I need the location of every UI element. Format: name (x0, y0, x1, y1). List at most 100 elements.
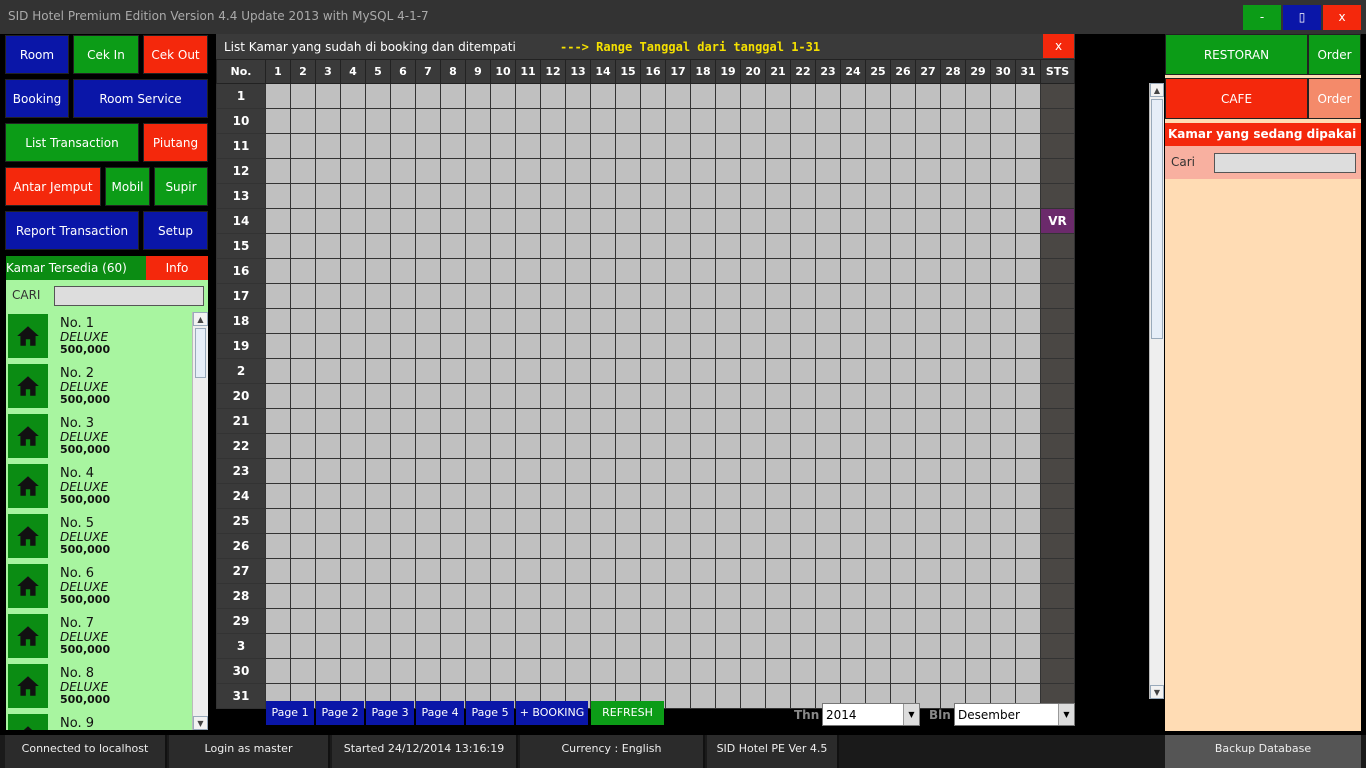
grid-cell[interactable] (265, 583, 291, 609)
grid-cell[interactable] (715, 558, 741, 584)
grid-cell[interactable] (390, 333, 416, 359)
grid-cell[interactable] (515, 308, 541, 334)
grid-cell[interactable] (365, 433, 391, 459)
grid-status-cell[interactable] (1040, 258, 1075, 284)
grid-cell[interactable] (440, 608, 466, 634)
grid-cell[interactable] (815, 358, 841, 384)
grid-cell[interactable] (265, 208, 291, 234)
grid-cell[interactable] (390, 583, 416, 609)
grid-cell[interactable] (540, 608, 566, 634)
grid-cell[interactable] (340, 533, 366, 559)
grid-cell[interactable] (265, 558, 291, 584)
grid-cell[interactable] (540, 158, 566, 184)
grid-cell[interactable] (390, 608, 416, 634)
grid-cell[interactable] (440, 83, 466, 109)
grid-cell[interactable] (265, 483, 291, 509)
grid-cell[interactable] (265, 308, 291, 334)
grid-cell[interactable] (640, 108, 666, 134)
grid-cell[interactable] (840, 408, 866, 434)
grid-cell[interactable] (590, 258, 616, 284)
grid-status-cell[interactable] (1040, 508, 1075, 534)
grid-cell[interactable] (540, 258, 566, 284)
grid-cell[interactable] (715, 483, 741, 509)
grid-cell[interactable] (315, 133, 341, 159)
grid-cell[interactable] (740, 583, 766, 609)
grid-cell[interactable] (490, 283, 516, 309)
grid-cell[interactable] (890, 483, 916, 509)
grid-cell[interactable] (915, 283, 941, 309)
grid-cell[interactable] (415, 433, 441, 459)
grid-cell[interactable] (765, 333, 791, 359)
grid-cell[interactable] (315, 158, 341, 184)
grid-cell[interactable] (490, 583, 516, 609)
grid-cell[interactable] (890, 508, 916, 534)
grid-cell[interactable] (840, 608, 866, 634)
grid-status-cell[interactable] (1040, 408, 1075, 434)
grid-cell[interactable] (540, 583, 566, 609)
grid-cell[interactable] (640, 583, 666, 609)
grid-cell[interactable] (565, 483, 591, 509)
grid-cell[interactable] (640, 158, 666, 184)
grid-cell[interactable] (290, 383, 316, 409)
grid-cell[interactable] (315, 83, 341, 109)
grid-cell[interactable] (940, 458, 966, 484)
grid-cell[interactable] (690, 658, 716, 684)
grid-cell[interactable] (415, 383, 441, 409)
grid-cell[interactable] (665, 233, 691, 259)
grid-cell[interactable] (690, 333, 716, 359)
cek-out-button[interactable]: Cek Out (143, 35, 208, 74)
grid-cell[interactable] (490, 383, 516, 409)
grid-cell[interactable] (665, 658, 691, 684)
grid-cell[interactable] (690, 483, 716, 509)
room-list-item[interactable]: No. 4 DELUXE 500,000 (6, 462, 192, 512)
grid-cell[interactable] (840, 83, 866, 109)
grid-cell[interactable] (965, 108, 991, 134)
grid-cell[interactable] (290, 133, 316, 159)
grid-cell[interactable] (265, 133, 291, 159)
grid-cell[interactable] (690, 158, 716, 184)
scroll-down-arrow-icon[interactable]: ▼ (1150, 685, 1164, 699)
grid-cell[interactable] (965, 333, 991, 359)
grid-cell[interactable] (390, 158, 416, 184)
room-list-item[interactable]: No. 6 DELUXE 500,000 (6, 562, 192, 612)
grid-cell[interactable] (540, 83, 566, 109)
grid-cell[interactable] (590, 483, 616, 509)
grid-status-cell[interactable]: VR (1040, 208, 1075, 234)
grid-cell[interactable] (740, 208, 766, 234)
grid-cell[interactable] (340, 458, 366, 484)
grid-cell[interactable] (865, 483, 891, 509)
grid-cell[interactable] (340, 208, 366, 234)
grid-cell[interactable] (740, 308, 766, 334)
grid-cell[interactable] (565, 358, 591, 384)
grid-cell[interactable] (790, 283, 816, 309)
grid-cell[interactable] (640, 408, 666, 434)
grid-cell[interactable] (790, 508, 816, 534)
grid-cell[interactable] (865, 358, 891, 384)
grid-cell[interactable] (615, 233, 641, 259)
grid-cell[interactable] (665, 183, 691, 209)
grid-cell[interactable] (415, 133, 441, 159)
grid-cell[interactable] (665, 433, 691, 459)
grid-cell[interactable] (415, 208, 441, 234)
grid-cell[interactable] (590, 408, 616, 434)
grid-cell[interactable] (390, 508, 416, 534)
grid-cell[interactable] (790, 233, 816, 259)
grid-cell[interactable] (615, 183, 641, 209)
grid-cell[interactable] (640, 233, 666, 259)
grid-cell[interactable] (440, 558, 466, 584)
grid-cell[interactable] (565, 508, 591, 534)
grid-cell[interactable] (615, 533, 641, 559)
grid-cell[interactable] (365, 383, 391, 409)
grid-cell[interactable] (990, 408, 1016, 434)
grid-cell[interactable] (290, 658, 316, 684)
grid-cell[interactable] (690, 683, 716, 709)
grid-cell[interactable] (590, 108, 616, 134)
grid-cell[interactable] (915, 158, 941, 184)
grid-cell[interactable] (490, 458, 516, 484)
grid-status-cell[interactable] (1040, 283, 1075, 309)
grid-cell[interactable] (290, 433, 316, 459)
grid-cell[interactable] (615, 508, 641, 534)
grid-cell[interactable] (290, 508, 316, 534)
grid-cell[interactable] (440, 333, 466, 359)
grid-cell[interactable] (340, 608, 366, 634)
